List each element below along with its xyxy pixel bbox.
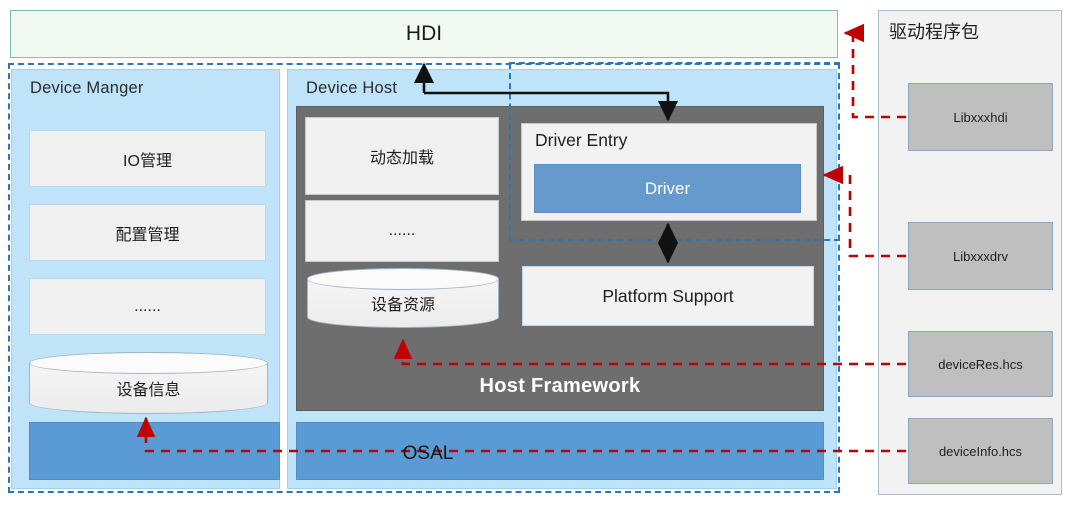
driver-package-title: 驱动程序包	[889, 22, 979, 42]
package-item-deviceinfo-hcs[interactable]: deviceInfo.hcs	[908, 418, 1053, 484]
host-framework-label: Host Framework	[479, 375, 641, 397]
hdi-label: HDI	[405, 22, 443, 45]
module-io-management[interactable]: IO管理	[29, 130, 266, 187]
device-manager-title: Device Manger	[30, 79, 144, 97]
platform-support-block[interactable]: Platform Support	[522, 266, 814, 326]
driver-scope-dashed-top	[509, 62, 840, 64]
device-host-title: Device Host	[306, 79, 398, 97]
driver-entry-title: Driver Entry	[535, 130, 628, 150]
osal-label: OSAL	[402, 443, 454, 464]
package-item-libxxxdrv[interactable]: Libxxxdrv	[908, 222, 1053, 290]
cylinder-device-info-label: 设备信息	[116, 381, 181, 399]
cylinder-device-resource[interactable]: 设备资源	[307, 268, 499, 328]
cylinder-device-resource-label: 设备资源	[370, 296, 435, 314]
package-item-libxxxhdi[interactable]: Libxxxhdi	[908, 83, 1053, 151]
osal-bar-left	[29, 422, 280, 480]
cylinder-device-info[interactable]: 设备信息	[29, 352, 268, 414]
module-config-management[interactable]: 配置管理	[29, 204, 266, 261]
module-more-dm[interactable]: ......	[29, 278, 266, 335]
module-more-dh[interactable]: ......	[305, 200, 499, 262]
package-item-deviceres-hcs[interactable]: deviceRes.hcs	[908, 331, 1053, 397]
driver-block[interactable]: Driver	[534, 164, 801, 213]
architecture-diagram: HDI Device Manger Device Host Host Frame…	[0, 0, 1080, 505]
module-dynamic-load[interactable]: 动态加载	[305, 117, 499, 195]
hdi-layer: HDI	[10, 10, 838, 58]
osal-bar-right	[296, 422, 824, 480]
